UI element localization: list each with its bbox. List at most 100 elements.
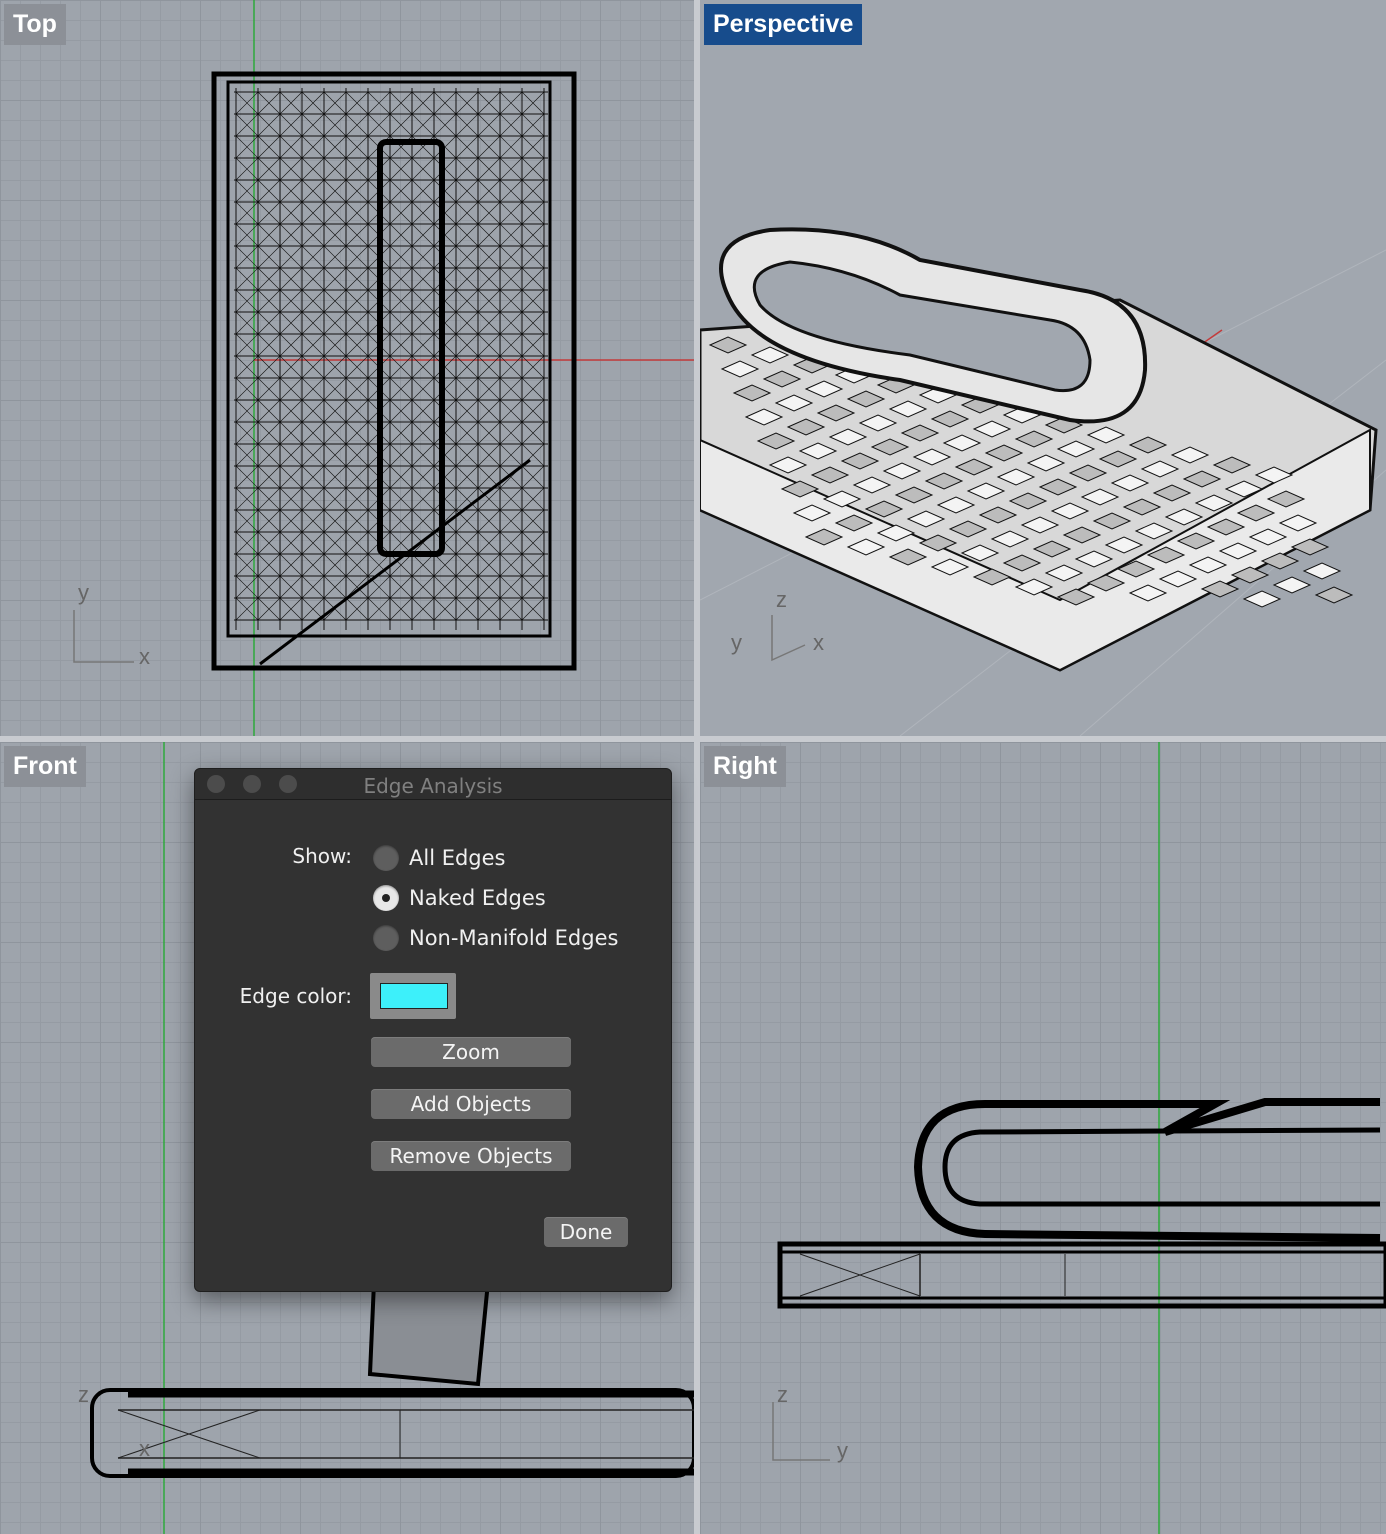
mesh-cell: [257, 553, 281, 577]
radio-non-manifold-edges[interactable]: Non-Manifold Edges: [373, 925, 618, 951]
mesh-cell: [521, 377, 545, 401]
mesh-cell: [411, 91, 435, 115]
mesh-cell: [257, 311, 281, 335]
mesh-cell: [433, 597, 457, 621]
mesh-cell: [301, 289, 325, 313]
mesh-cell: [323, 575, 347, 599]
mesh-cell: [499, 487, 523, 511]
viewport-title[interactable]: Top: [4, 4, 66, 45]
viewport-title[interactable]: Right: [704, 746, 786, 787]
viewport-title[interactable]: Perspective: [704, 4, 863, 45]
mesh-wireframe: [234, 88, 548, 630]
mesh-cell: [345, 91, 369, 115]
mesh-cell: [301, 553, 325, 577]
mesh-cell: [257, 443, 281, 467]
stud: [1302, 562, 1342, 580]
mesh-cell: [455, 91, 479, 115]
axis-y-label: y: [837, 1438, 848, 1463]
mesh-cell: [411, 377, 435, 401]
show-label: Show:: [292, 844, 352, 868]
mesh-cell: [257, 91, 281, 115]
mesh-cell: [301, 421, 325, 445]
mesh-cell: [323, 311, 347, 335]
radio-button[interactable]: [373, 925, 399, 951]
done-button[interactable]: Done: [544, 1217, 628, 1247]
dialog-titlebar[interactable]: Edge Analysis: [195, 769, 671, 800]
mesh-cell: [477, 135, 501, 159]
mesh-cell: [279, 377, 303, 401]
mesh-cell: [521, 267, 545, 291]
mesh-cell: [323, 509, 347, 533]
mesh-cell: [499, 333, 523, 357]
mesh-cell: [323, 421, 347, 445]
mesh-cell: [301, 91, 325, 115]
mesh-cell: [279, 575, 303, 599]
mesh-cell: [389, 245, 413, 269]
mesh-cell: [433, 113, 457, 137]
mesh-cell: [499, 223, 523, 247]
mesh-cell: [279, 267, 303, 291]
add-objects-button[interactable]: Add Objects: [371, 1089, 571, 1119]
mesh-cell: [301, 333, 325, 357]
mesh-cell: [521, 399, 545, 423]
mesh-cell: [301, 575, 325, 599]
mesh-cell: [389, 597, 413, 621]
mesh-cell: [499, 91, 523, 115]
mesh-cell: [257, 289, 281, 313]
radio-button[interactable]: [373, 845, 399, 871]
mesh-cell: [477, 289, 501, 313]
right-viewport[interactable]: Right z y: [700, 742, 1386, 1534]
mesh-cell: [279, 509, 303, 533]
mesh-cell: [433, 91, 457, 115]
mesh-cell: [389, 443, 413, 467]
mesh-cell: [411, 267, 435, 291]
mesh-cell: [521, 179, 545, 203]
mesh-cell: [455, 531, 479, 555]
radio-all-edges[interactable]: All Edges: [373, 845, 506, 871]
perspective-viewport[interactable]: Perspective z y x: [700, 0, 1386, 736]
right-view-geometry: [772, 742, 1386, 1534]
mesh-cell: [279, 443, 303, 467]
mesh-cell: [389, 487, 413, 511]
mesh-cell: [345, 553, 369, 577]
remove-objects-button[interactable]: Remove Objects: [371, 1141, 571, 1171]
mesh-cell: [411, 487, 435, 511]
mesh-cell: [499, 443, 523, 467]
mesh-cell: [477, 333, 501, 357]
mesh-cell: [323, 267, 347, 291]
mesh-cell: [455, 575, 479, 599]
mesh-cell: [257, 487, 281, 511]
mesh-cell: [301, 135, 325, 159]
mesh-cell: [455, 223, 479, 247]
mesh-cell: [411, 421, 435, 445]
base-outline: [211, 71, 577, 671]
mesh-cell: [477, 421, 501, 445]
top-viewport[interactable]: Top y x: [0, 0, 694, 736]
mesh-cell: [521, 531, 545, 555]
viewport-title[interactable]: Front: [4, 746, 86, 787]
mesh-cell: [323, 377, 347, 401]
mesh-cell: [477, 113, 501, 137]
axis-z-label: z: [777, 1382, 788, 1407]
zoom-button[interactable]: Zoom: [371, 1037, 571, 1067]
mesh-cell: [411, 245, 435, 269]
mesh-cell: [477, 443, 501, 467]
mesh-cell: [455, 443, 479, 467]
mesh-cell: [301, 443, 325, 467]
mesh-cell: [455, 113, 479, 137]
mesh-cell: [477, 399, 501, 423]
mesh-cell: [477, 531, 501, 555]
radio-naked-edges[interactable]: Naked Edges: [373, 885, 546, 911]
mesh-cell: [257, 113, 281, 137]
mesh-cell: [323, 553, 347, 577]
stud: [1314, 586, 1354, 604]
mesh-cell: [477, 91, 501, 115]
mesh-cell: [411, 113, 435, 137]
edge-color-swatch[interactable]: [370, 973, 456, 1019]
mesh-cell: [499, 399, 523, 423]
mesh-cell: [411, 179, 435, 203]
radio-button-selected[interactable]: [373, 885, 399, 911]
mesh-cell: [345, 531, 369, 555]
perspective-geometry: [700, 227, 1386, 736]
mesh-cell: [367, 113, 391, 137]
